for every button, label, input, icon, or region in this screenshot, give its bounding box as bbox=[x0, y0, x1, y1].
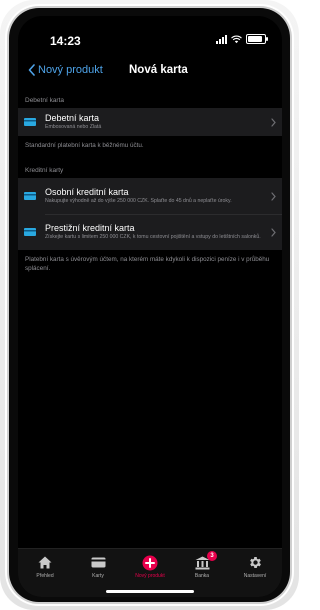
card-icon bbox=[24, 228, 36, 236]
battery-icon bbox=[246, 34, 268, 44]
tab-new-product[interactable]: Nový produkt bbox=[125, 554, 175, 579]
list-item-title: Prestižní kreditní karta bbox=[45, 223, 135, 234]
notification-badge: 3 bbox=[207, 551, 217, 561]
list-item-title: Debetní karta bbox=[45, 113, 100, 124]
tab-overview[interactable]: Přehled bbox=[20, 554, 70, 579]
card-icon bbox=[24, 192, 36, 200]
navigation-bar: Nový produkt Nová karta bbox=[18, 60, 282, 86]
list-item-title: Osobní kreditní karta bbox=[45, 187, 129, 198]
tab-label: Přehled bbox=[36, 573, 54, 579]
wifi-icon bbox=[231, 34, 242, 43]
list-item-debit-card[interactable]: Debetní karta Embosovaná nebo Zlatá bbox=[18, 108, 282, 136]
tab-settings[interactable]: Nastavení bbox=[230, 554, 280, 579]
section-header-credit: Kreditní karty bbox=[25, 167, 64, 174]
section-footer-debit: Standardní platební karta k běžnému účtu… bbox=[25, 142, 144, 149]
list-item-personal-credit-card[interactable]: Osobní kreditní karta Nakupujte výhodně … bbox=[18, 178, 282, 214]
page-title: Nová karta bbox=[129, 64, 188, 76]
back-button-label: Nový produkt bbox=[38, 64, 103, 76]
section-footer-credit: Platební karta s úvěrovým účtem, na kter… bbox=[25, 256, 270, 272]
card-icon bbox=[24, 118, 36, 126]
tab-cards[interactable]: Karty bbox=[73, 554, 123, 579]
card-options-list: Debetní karta Debetní karta Embosovaná n… bbox=[18, 94, 282, 273]
app-screen: 14:23 Nový produkt Nová karta Debetní ka… bbox=[18, 16, 282, 597]
chevron-right-icon bbox=[271, 117, 276, 127]
card-icon bbox=[91, 557, 105, 568]
list-item-subtitle: Získejte kartu s limitem 250 000 CZK, k … bbox=[45, 234, 261, 241]
list-item-subtitle: Nakupujte výhodně až do výše 250 000 CZK… bbox=[45, 198, 232, 205]
tab-label: Banka bbox=[194, 573, 210, 579]
tab-label: Nový produkt bbox=[135, 573, 165, 579]
chevron-right-icon bbox=[271, 227, 276, 237]
status-icons bbox=[216, 34, 268, 44]
tab-label: Nastavení bbox=[243, 573, 267, 579]
status-time: 14:23 bbox=[50, 34, 81, 48]
list-item-subtitle: Embosovaná nebo Zlatá bbox=[45, 124, 102, 131]
tab-bar: Přehled Karty Nový produkt 3 Banka Nasta… bbox=[18, 548, 282, 597]
home-icon bbox=[38, 556, 52, 569]
gear-icon bbox=[249, 557, 261, 568]
device-notch bbox=[88, 16, 212, 38]
home-indicator[interactable] bbox=[106, 590, 194, 593]
chevron-right-icon bbox=[271, 191, 276, 201]
chevron-left-icon bbox=[28, 64, 35, 76]
back-button[interactable]: Nový produkt bbox=[28, 64, 103, 76]
list-item-prestige-credit-card[interactable]: Prestižní kreditní karta Získejte kartu … bbox=[18, 214, 282, 250]
plus-circle-icon bbox=[142, 555, 158, 570]
tab-bank[interactable]: 3 Banka bbox=[177, 551, 227, 579]
tab-label: Karty bbox=[92, 573, 104, 579]
section-header-debit: Debetní karta bbox=[25, 97, 65, 104]
signal-icon bbox=[216, 34, 227, 44]
